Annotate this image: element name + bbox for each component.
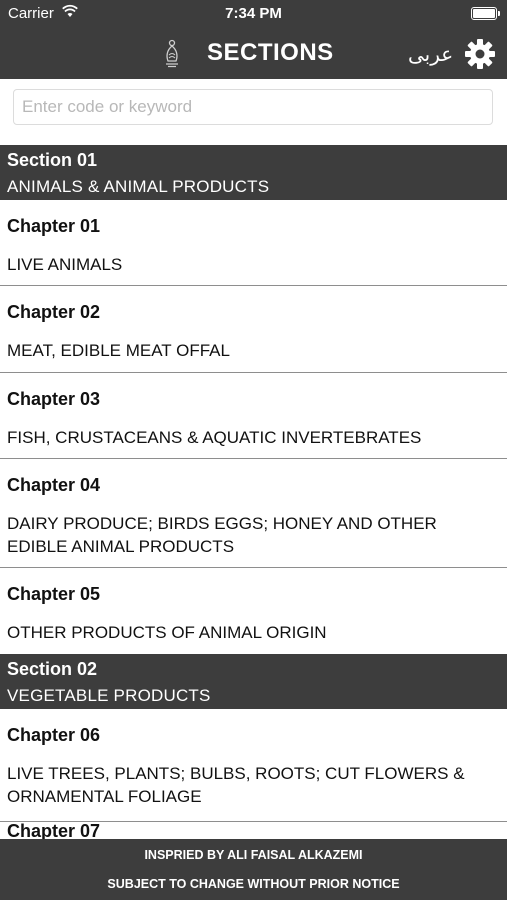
section-subtitle: ANIMALS & ANIMAL PRODUCTS bbox=[7, 177, 270, 196]
clock: 7:34 PM bbox=[225, 5, 282, 22]
chapter-description: MEAT, EDIBLE MEAT OFFAL bbox=[7, 341, 230, 360]
chapter-title: Chapter 02 bbox=[7, 302, 101, 322]
search-bar bbox=[0, 79, 507, 145]
chapter-row[interactable]: Chapter 04 DAIRY PRODUCE; BIRDS EGGS; HO… bbox=[0, 459, 507, 568]
status-bar: Carrier 7:34 PM bbox=[0, 0, 507, 26]
sections-list[interactable]: Section 01 ANIMALS & ANIMAL PRODUCTS Cha… bbox=[0, 145, 507, 882]
battery-icon bbox=[471, 7, 500, 20]
chapter-description: LIVE ANIMALS bbox=[7, 255, 123, 274]
chapter-description: LIVE TREES, PLANTS; BULBS, ROOTS; CUT FL… bbox=[7, 764, 465, 806]
footer-notice: SUBJECT TO CHANGE WITHOUT PRIOR NOTICE bbox=[107, 877, 400, 891]
section-title: Section 02 bbox=[7, 659, 98, 679]
chapter-row[interactable]: Chapter 03 FISH, CRUSTACEANS & AQUATIC I… bbox=[0, 373, 507, 459]
page-title: SECTIONS bbox=[207, 39, 334, 66]
chapter-description: FISH, CRUSTACEANS & AQUATIC INVERTEBRATE… bbox=[7, 428, 422, 447]
emblem-icon bbox=[166, 39, 178, 68]
chapter-title: Chapter 01 bbox=[7, 216, 101, 236]
nav-bar: SECTIONS عربى bbox=[0, 26, 507, 79]
chapter-description: DAIRY PRODUCE; BIRDS EGGS; HONEY AND OTH… bbox=[7, 514, 437, 556]
footer-credit: INSPRIED BY ALI FAISAL ALKAZEMI bbox=[144, 848, 363, 862]
language-toggle[interactable]: عربى bbox=[408, 42, 453, 66]
chapter-row[interactable]: Chapter 06 LIVE TREES, PLANTS; BULBS, RO… bbox=[0, 709, 507, 822]
chapter-title: Chapter 06 bbox=[7, 725, 101, 745]
footer: INSPRIED BY ALI FAISAL ALKAZEMI SUBJECT … bbox=[0, 839, 507, 900]
chapter-title: Chapter 03 bbox=[7, 389, 101, 409]
section-header: Section 02 VEGETABLE PRODUCTS bbox=[0, 654, 507, 709]
section-title: Section 01 bbox=[7, 150, 98, 170]
chapter-title: Chapter 05 bbox=[7, 584, 101, 604]
chapter-row[interactable]: Chapter 01 LIVE ANIMALS bbox=[0, 200, 507, 286]
chapter-description: OTHER PRODUCTS OF ANIMAL ORIGIN bbox=[7, 623, 327, 642]
section-header: Section 01 ANIMALS & ANIMAL PRODUCTS bbox=[0, 145, 507, 200]
search-input[interactable] bbox=[13, 89, 493, 125]
section-subtitle: VEGETABLE PRODUCTS bbox=[7, 686, 211, 705]
gear-icon[interactable] bbox=[464, 38, 496, 70]
chapter-title: Chapter 04 bbox=[7, 475, 101, 495]
chapter-row[interactable]: Chapter 05 OTHER PRODUCTS OF ANIMAL ORIG… bbox=[0, 568, 507, 654]
chapter-row[interactable]: Chapter 02 MEAT, EDIBLE MEAT OFFAL bbox=[0, 286, 507, 373]
